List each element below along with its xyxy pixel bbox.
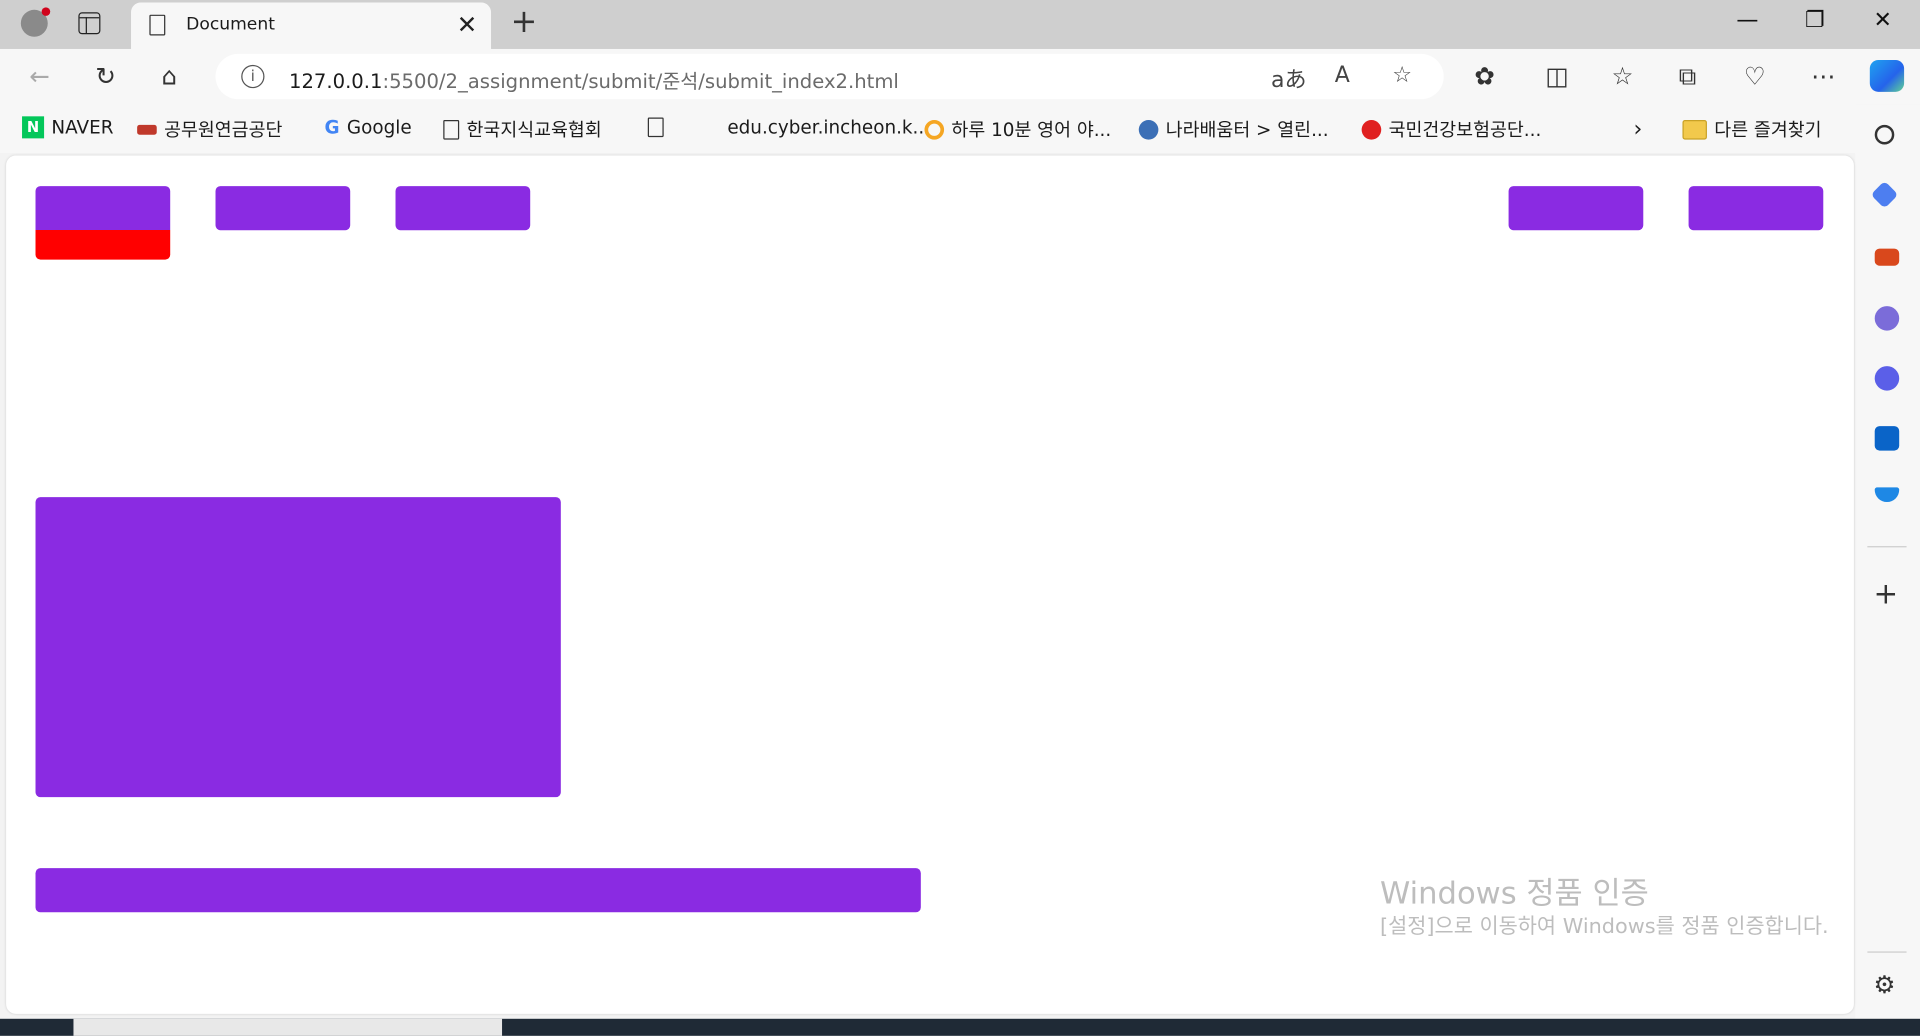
bookmark-naver[interactable]: N NAVER — [22, 116, 114, 139]
watermark-title: Windows 정품 인증 — [1380, 875, 1649, 912]
bookmark-nara[interactable]: 나라배움터 > 열린... — [1138, 116, 1329, 142]
url-text[interactable]: 127.0.0.1:5500/2_assignment/submit/준석/su… — [289, 65, 899, 94]
naver-icon: N — [22, 116, 45, 139]
refresh-icon[interactable]: ↻ — [96, 60, 117, 92]
edge-sidebar: + ⚙ — [1855, 104, 1920, 1023]
bookmark-label: NAVER — [51, 116, 114, 139]
split-screen-icon[interactable]: ◫ — [1545, 60, 1568, 92]
close-window-button[interactable]: ✕ — [1873, 7, 1891, 33]
bookmark-english[interactable]: 하루 10분 영어 야... — [924, 116, 1111, 142]
tab-actions-icon[interactable] — [78, 12, 101, 35]
collections-icon[interactable]: ⧉ — [1679, 60, 1696, 92]
games-icon[interactable] — [1874, 306, 1900, 331]
sidebar-settings-gear-icon[interactable]: ⚙ — [1873, 970, 1895, 999]
bookmark-label: Google — [346, 116, 412, 139]
folder-icon — [1682, 119, 1707, 139]
bookmark-label: 한국지식교육협회 — [466, 118, 602, 141]
extensions-icon[interactable]: ✿ — [1474, 60, 1495, 92]
favorite-star-icon[interactable]: ☆ — [1392, 62, 1412, 88]
url-host: 127.0.0.1 — [288, 69, 383, 94]
bookmark-google[interactable]: G Google — [324, 116, 411, 138]
bookmark-incheon[interactable]: edu.cyber.incheon.k... — [647, 116, 931, 139]
bookmark-label: edu.cyber.incheon.k... — [727, 116, 931, 139]
toolbar: ← ↻ ⌂ i 127.0.0.1:5500/2_assignment/subm… — [0, 48, 1920, 105]
outlook-icon[interactable] — [1874, 426, 1900, 451]
tab-document[interactable]: Document ✕ — [131, 2, 492, 49]
content-bar-wide — [35, 868, 921, 913]
google-icon: G — [324, 116, 340, 139]
other-favorites[interactable]: 다른 즐겨찾기 — [1682, 116, 1822, 142]
url-path: :5500/2_assignment/submit/준석/submit_inde… — [382, 69, 899, 94]
page-viewport: Windows 정품 인증 [설정]으로 이동하여 Windows를 정품 인증… — [6, 155, 1854, 1014]
home-icon[interactable]: ⌂ — [162, 60, 178, 92]
bookmark-label: 공무원연금공단 — [164, 118, 283, 141]
read-aloud-icon[interactable]: A — [1335, 62, 1350, 88]
translate-icon[interactable]: aあ — [1271, 62, 1307, 94]
bookmark-label: 나라배움터 > 열린... — [1165, 118, 1329, 141]
bookmark-geps[interactable]: 공무원연금공단 — [137, 116, 282, 142]
page-icon — [647, 117, 664, 138]
nav-box-2 — [215, 186, 351, 231]
nav-box-1 — [35, 186, 171, 260]
taskbar — [0, 1018, 1920, 1036]
english-icon — [924, 119, 945, 139]
nhis-icon — [1361, 119, 1382, 139]
profile-avatar[interactable] — [20, 7, 51, 37]
nara-icon — [1138, 119, 1159, 139]
nav-box-4 — [1508, 186, 1644, 231]
search-icon[interactable] — [1874, 124, 1895, 145]
close-tab-icon[interactable]: ✕ — [457, 10, 478, 39]
minimize-button[interactable]: — — [1736, 7, 1758, 33]
sidebar-divider — [1867, 951, 1907, 953]
sidebar-divider — [1867, 546, 1907, 548]
other-favorites-label: 다른 즐겨찾기 — [1714, 118, 1822, 141]
windows-activation-watermark: Windows 정품 인증 [설정]으로 이동하여 Windows를 정품 인증… — [1380, 876, 1851, 942]
bookmarks-bar: N NAVER 공무원연금공단 G Google 한국지식교육협회 edu.cybe… — [0, 104, 1920, 154]
address-bar[interactable]: i 127.0.0.1:5500/2_assignment/submit/준석/… — [215, 53, 1444, 100]
bookmarks-overflow-chevron-icon[interactable]: › — [1633, 116, 1642, 142]
bookmark-label: 하루 10분 영어 야... — [951, 118, 1112, 141]
microsoft365-icon[interactable] — [1874, 366, 1900, 391]
add-sidebar-app-icon[interactable]: + — [1873, 579, 1898, 608]
restore-button[interactable]: ❐ — [1805, 7, 1825, 33]
drop-send-icon[interactable] — [1874, 487, 1900, 503]
content-box-large — [35, 497, 561, 798]
watermark-text: [설정]으로 이동하여 Windows를 정품 인증합니다. — [1380, 914, 1829, 940]
bookmark-nhis[interactable]: 국민건강보험공단... — [1361, 116, 1542, 142]
page-icon — [443, 119, 460, 139]
geps-icon — [137, 124, 157, 135]
nav-box-5 — [1688, 186, 1824, 231]
nav-box-3 — [395, 186, 531, 231]
favorites-icon[interactable]: ☆ — [1611, 60, 1633, 92]
back-arrow-icon[interactable]: ← — [29, 60, 50, 92]
shopping-tag-icon[interactable] — [1870, 180, 1899, 209]
browser-essentials-icon[interactable]: ♡ — [1744, 60, 1766, 92]
page-icon — [149, 14, 166, 36]
bookmark-label: 국민건강보험공단... — [1388, 118, 1542, 141]
taskbar-search[interactable] — [73, 1018, 503, 1036]
copilot-icon[interactable] — [1869, 60, 1905, 92]
new-tab-button[interactable]: + — [511, 4, 538, 41]
more-menu-icon[interactable]: ⋯ — [1811, 60, 1835, 92]
tab-title: Document — [186, 14, 275, 35]
bookmark-kea[interactable]: 한국지식교육협회 — [443, 116, 602, 142]
title-bar: Document ✕ + — ❐ ✕ — [0, 0, 1920, 49]
tools-icon[interactable] — [1874, 248, 1900, 266]
site-info-icon[interactable]: i — [241, 64, 265, 89]
